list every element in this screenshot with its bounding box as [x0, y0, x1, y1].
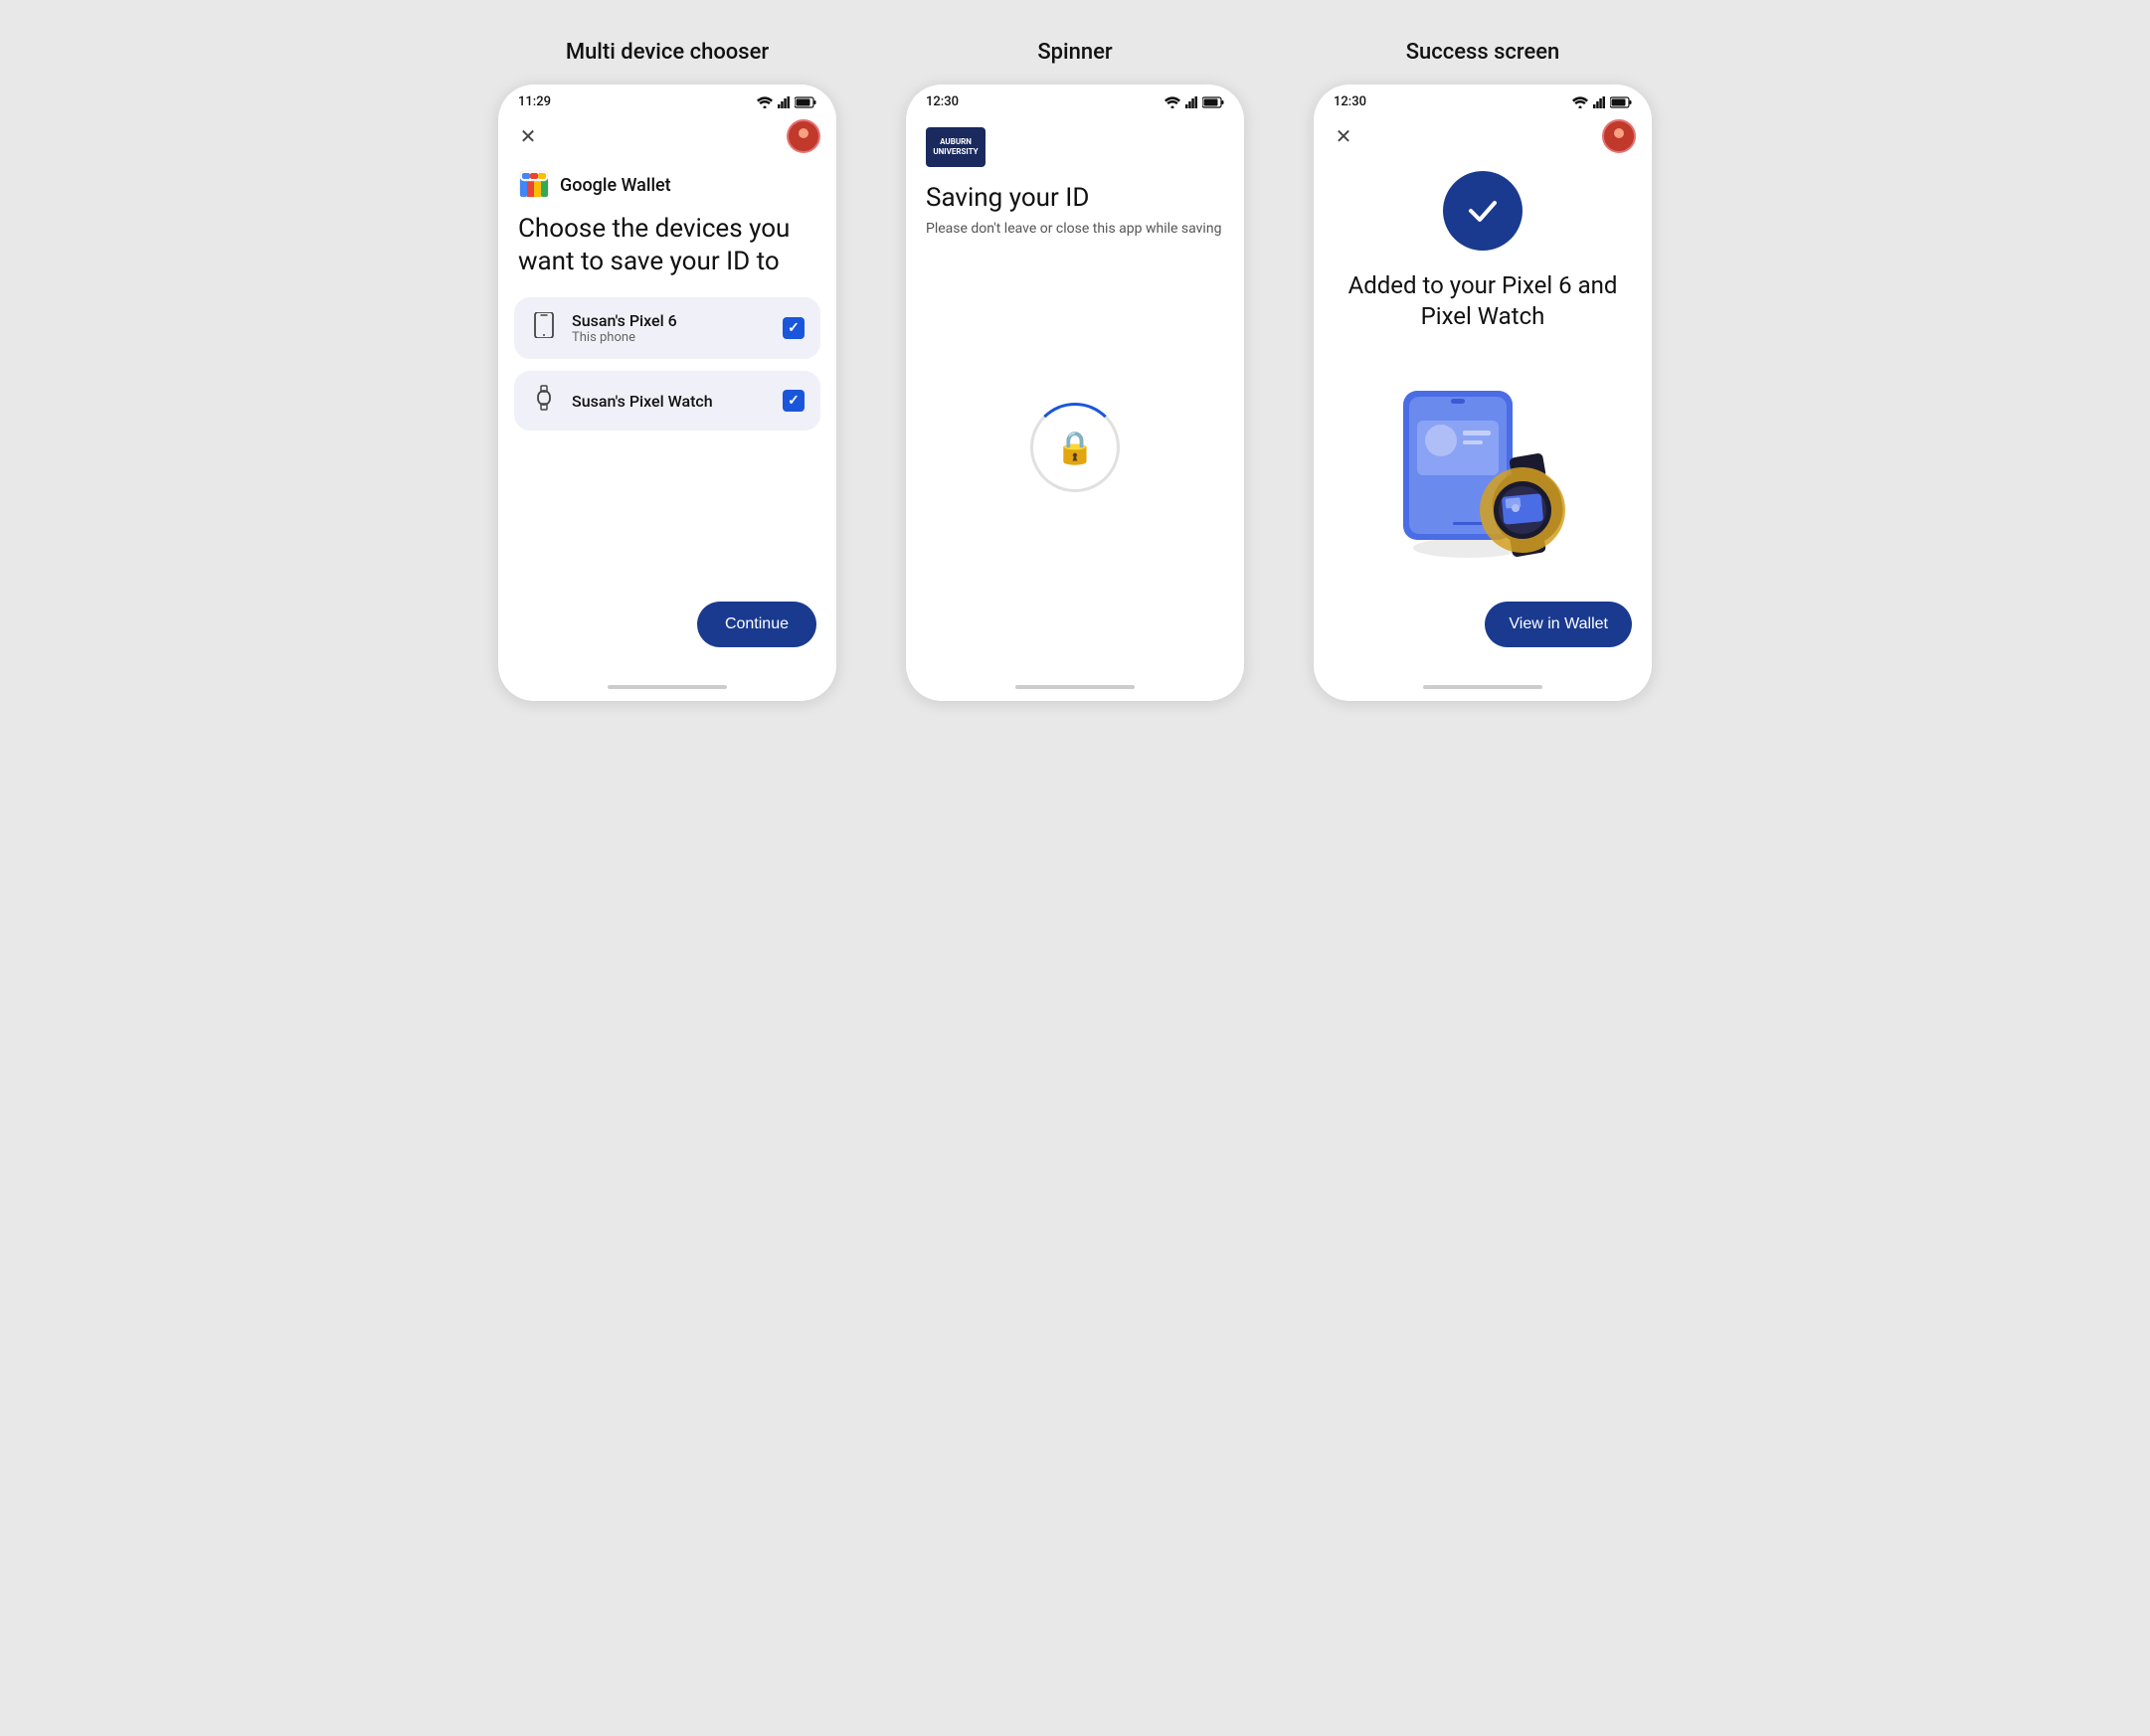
phone-watch-illustration [1373, 371, 1592, 560]
checkmark-icon [1463, 191, 1503, 231]
saving-sub: Please don't leave or close this app whi… [926, 221, 1224, 237]
spinner-area: 🔒 [926, 276, 1224, 677]
status-bar-2: 12:30 [906, 85, 1244, 115]
screen-column-1: Multi device chooser 11:29 [478, 40, 856, 701]
watch-icon [530, 385, 558, 417]
screen1-label: Multi device chooser [566, 40, 769, 65]
wallet-title: Google Wallet [560, 175, 671, 196]
checkbox-watch[interactable] [783, 390, 805, 412]
signal-icon [778, 96, 790, 108]
wifi-icon-3 [1572, 96, 1588, 108]
view-btn-area: View in Wallet [1314, 592, 1652, 677]
status-bar-3: 12:30 [1314, 85, 1652, 115]
status-bar-1: 11:29 [498, 85, 836, 115]
page-wrapper: Multi device chooser 11:29 [478, 40, 1672, 701]
device-name-watch: Susan's Pixel Watch [572, 392, 769, 411]
top-nav-1: ✕ [498, 115, 836, 161]
screen-column-3: Success screen 12:30 [1294, 40, 1672, 701]
phone-icon [530, 312, 558, 344]
saving-heading: Saving your ID [926, 183, 1224, 213]
battery-icon-2 [1202, 96, 1224, 108]
device-item-pixel6[interactable]: Susan's Pixel 6 This phone [514, 297, 820, 359]
top-nav-2 [906, 115, 1244, 127]
signal-icon-3 [1593, 96, 1605, 108]
close-button-1[interactable]: ✕ [514, 122, 542, 150]
signal-icon-2 [1185, 96, 1197, 108]
spinner-content: AUBURNUNIVERSITY Saving your ID Please d… [906, 127, 1244, 677]
status-icons-3 [1572, 96, 1632, 108]
home-indicator-3 [1423, 685, 1542, 689]
choose-heading: Choose the devices you want to save your… [498, 201, 836, 297]
time-3: 12:30 [1334, 94, 1366, 109]
device-name-pixel6: Susan's Pixel 6 [572, 311, 769, 330]
continue-btn-area: Continue [498, 431, 836, 677]
avatar-3[interactable] [1602, 119, 1636, 153]
success-heading: Added to your Pixel 6 and Pixel Watch [1334, 270, 1632, 332]
device-list: Susan's Pixel 6 This phone Susan [498, 297, 836, 431]
success-content: Added to your Pixel 6 and Pixel Watch [1314, 161, 1652, 592]
wallet-header: Google Wallet [498, 161, 836, 201]
lock-icon: 🔒 [1055, 429, 1095, 466]
close-button-3[interactable]: ✕ [1330, 122, 1357, 150]
top-nav-3: ✕ [1314, 115, 1652, 161]
check-circle [1443, 171, 1523, 251]
battery-icon [795, 96, 816, 108]
phone-frame-3: 12:30 [1314, 85, 1652, 701]
wifi-icon [757, 96, 773, 108]
avatar-icon-1 [791, 123, 816, 149]
wifi-icon-2 [1165, 96, 1180, 108]
time-1: 11:29 [518, 94, 551, 109]
device-info-pixel6: Susan's Pixel 6 This phone [572, 311, 769, 345]
avatar-icon-3 [1606, 123, 1632, 149]
phone-frame-2: 12:30 [906, 85, 1244, 701]
battery-icon-3 [1610, 96, 1632, 108]
device-info-watch: Susan's Pixel Watch [572, 392, 769, 411]
auburn-text: AUBURNUNIVERSITY [933, 137, 978, 156]
avatar-1[interactable] [787, 119, 820, 153]
auburn-logo: AUBURNUNIVERSITY [926, 127, 985, 167]
device-sub-pixel6: This phone [572, 330, 769, 345]
phone-frame-1: 11:29 [498, 85, 836, 701]
status-icons-1 [757, 96, 816, 108]
view-in-wallet-button[interactable]: View in Wallet [1485, 602, 1632, 647]
screen-column-2: Spinner 12:30 [886, 40, 1264, 701]
home-indicator-1 [608, 685, 727, 689]
continue-button[interactable]: Continue [697, 602, 816, 647]
screen3-label: Success screen [1406, 40, 1560, 65]
illustration-area [1373, 348, 1592, 592]
device-item-watch[interactable]: Susan's Pixel Watch [514, 371, 820, 431]
spinner-ring: 🔒 [1030, 403, 1120, 492]
time-2: 12:30 [926, 94, 959, 109]
wallet-logo [518, 169, 550, 201]
status-icons-2 [1165, 96, 1224, 108]
checkbox-pixel6[interactable] [783, 317, 805, 339]
screen2-label: Spinner [1037, 40, 1112, 65]
home-indicator-2 [1015, 685, 1135, 689]
